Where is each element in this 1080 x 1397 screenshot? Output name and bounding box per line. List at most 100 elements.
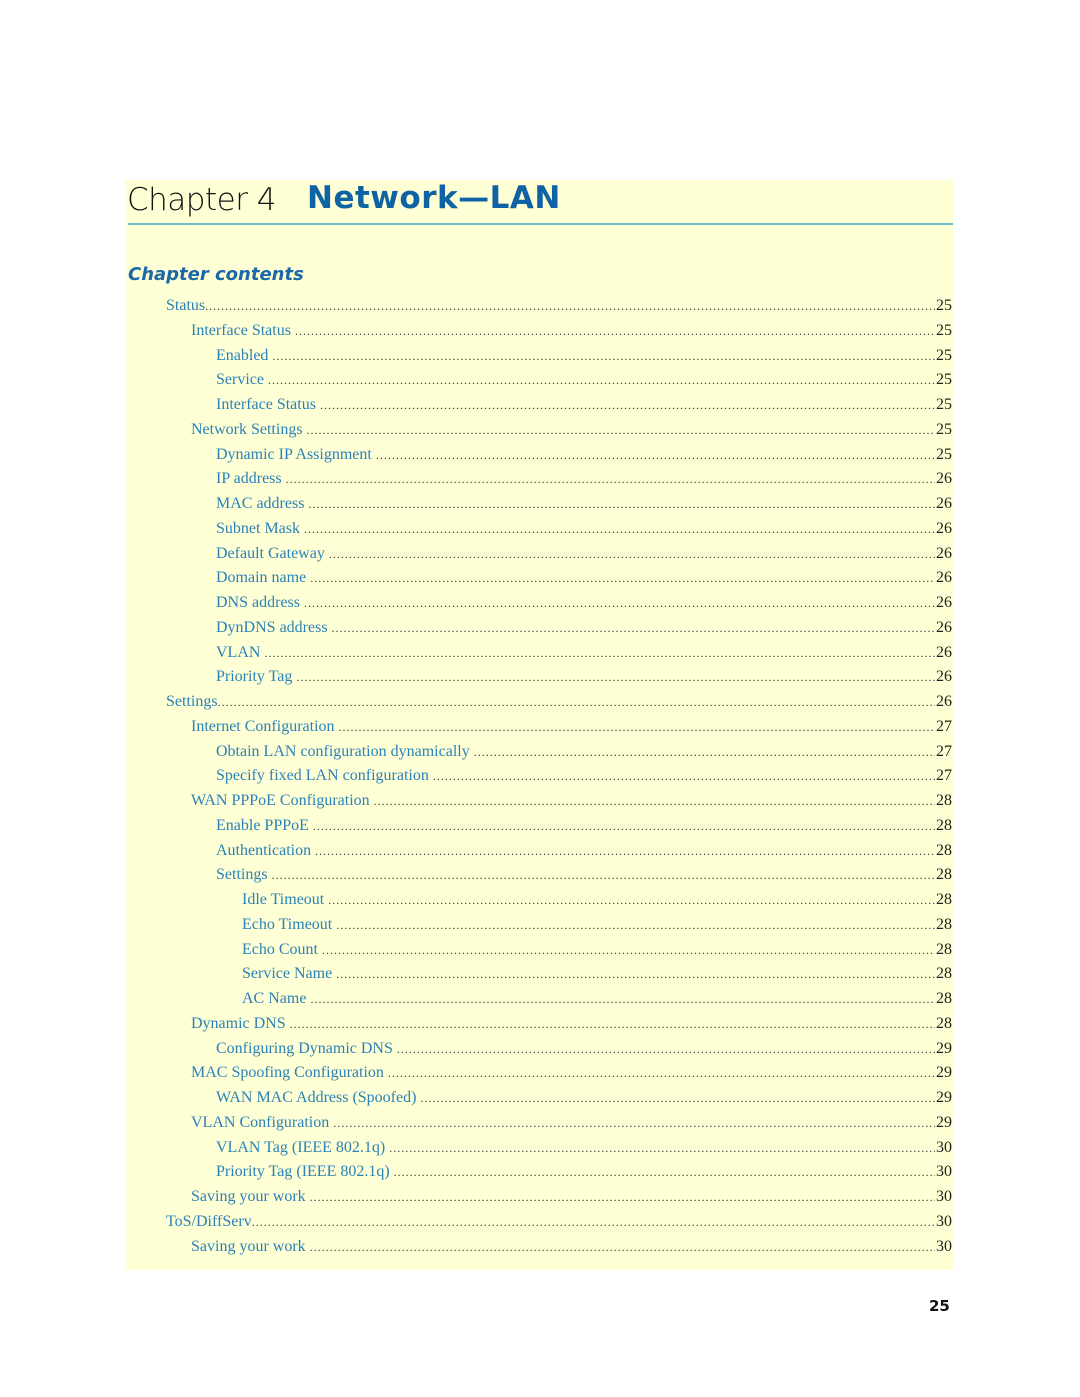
toc-entry[interactable]: Status 25 — [166, 295, 952, 320]
toc-entry-page[interactable]: 26 — [936, 543, 952, 565]
toc-entry-title[interactable]: VLAN Tag (IEEE 802.1q) — [216, 1137, 385, 1159]
toc-entry-title[interactable]: VLAN — [216, 642, 260, 664]
toc-entry-title[interactable]: Interface Status — [216, 394, 316, 416]
toc-entry[interactable]: Network Settings 25 — [166, 419, 952, 444]
toc-entry[interactable]: WAN PPPoE Configuration 28 — [166, 790, 952, 815]
toc-entry[interactable]: Dynamic DNS 28 — [166, 1013, 952, 1038]
toc-entry[interactable]: Configuring Dynamic DNS 29 — [166, 1038, 952, 1063]
toc-entry-page[interactable]: 28 — [936, 1013, 952, 1035]
toc-entry-title[interactable]: Interface Status — [191, 320, 291, 342]
toc-entry-page[interactable]: 26 — [936, 493, 952, 515]
toc-entry[interactable]: Saving your work 30 — [166, 1186, 952, 1211]
toc-entry-page[interactable]: 26 — [936, 617, 952, 639]
toc-entry-title[interactable]: Obtain LAN configuration dynamically — [216, 741, 470, 763]
toc-entry-page[interactable]: 26 — [936, 592, 952, 614]
toc-entry[interactable]: MAC address 26 — [166, 493, 952, 518]
toc-entry-page[interactable]: 26 — [936, 468, 952, 490]
toc-entry[interactable]: Settings 28 — [166, 864, 952, 889]
toc-entry[interactable]: MAC Spoofing Configuration 29 — [166, 1062, 952, 1087]
toc-entry-title[interactable]: Default Gateway — [216, 543, 325, 565]
toc-entry-title[interactable]: Saving your work — [191, 1186, 306, 1208]
toc-entry[interactable]: VLAN 26 — [166, 642, 952, 667]
toc-entry-title[interactable]: VLAN Configuration — [191, 1112, 329, 1134]
toc-entry-page[interactable]: 28 — [936, 864, 952, 886]
toc-entry-page[interactable]: 30 — [936, 1137, 952, 1159]
toc-entry-title[interactable]: Settings — [216, 864, 268, 886]
toc-entry[interactable]: Settings 26 — [166, 691, 952, 716]
toc-entry[interactable]: Idle Timeout 28 — [166, 889, 952, 914]
toc-entry-title[interactable]: Network Settings — [191, 419, 303, 441]
toc-entry-title[interactable]: Enable PPPoE — [216, 815, 309, 837]
toc-entry-title[interactable]: Domain name — [216, 567, 306, 589]
toc-entry-page[interactable]: 27 — [936, 716, 952, 738]
toc-entry-page[interactable]: 28 — [936, 914, 952, 936]
toc-entry-title[interactable]: Authentication — [216, 840, 311, 862]
toc-entry-page[interactable]: 28 — [936, 840, 952, 862]
toc-entry-page[interactable]: 28 — [936, 939, 952, 961]
toc-entry[interactable]: DNS address 26 — [166, 592, 952, 617]
toc-entry-page[interactable]: 30 — [936, 1236, 952, 1258]
toc-entry-title[interactable]: Status — [166, 295, 205, 317]
toc-entry-page[interactable]: 25 — [936, 369, 952, 391]
toc-entry-title[interactable]: Configuring Dynamic DNS — [216, 1038, 393, 1060]
toc-entry-title[interactable]: Echo Count — [242, 939, 318, 961]
toc-entry[interactable]: Specify fixed LAN configuration 27 — [166, 765, 952, 790]
toc-entry-page[interactable]: 29 — [936, 1112, 952, 1134]
toc-entry-page[interactable]: 25 — [936, 320, 952, 342]
toc-entry-page[interactable]: 25 — [936, 345, 952, 367]
toc-entry-title[interactable]: Dynamic IP Assignment — [216, 444, 372, 466]
toc-entry-page[interactable]: 25 — [936, 444, 952, 466]
toc-entry[interactable]: Service Name 28 — [166, 963, 952, 988]
toc-entry[interactable]: VLAN Tag (IEEE 802.1q) 30 — [166, 1137, 952, 1162]
toc-entry-page[interactable]: 29 — [936, 1087, 952, 1109]
toc-entry-title[interactable]: ToS/DiffServ — [166, 1211, 252, 1233]
toc-entry[interactable]: Subnet Mask 26 — [166, 518, 952, 543]
toc-entry[interactable]: Priority Tag (IEEE 802.1q) 30 — [166, 1161, 952, 1186]
toc-entry-page[interactable]: 25 — [936, 419, 952, 441]
toc-entry[interactable]: Interface Status 25 — [166, 320, 952, 345]
toc-entry-title[interactable]: MAC address — [216, 493, 304, 515]
toc-entry-title[interactable]: WAN PPPoE Configuration — [191, 790, 370, 812]
toc-entry-page[interactable]: 26 — [936, 567, 952, 589]
toc-entry-title[interactable]: DynDNS address — [216, 617, 328, 639]
toc-entry-page[interactable]: 30 — [936, 1161, 952, 1183]
toc-entry[interactable]: ToS/DiffServ 30 — [166, 1211, 952, 1236]
toc-entry-title[interactable]: Specify fixed LAN configuration — [216, 765, 429, 787]
toc-entry-title[interactable]: Echo Timeout — [242, 914, 332, 936]
toc-entry-page[interactable]: 26 — [936, 518, 952, 540]
toc-entry-page[interactable]: 26 — [936, 642, 952, 664]
toc-entry-title[interactable]: Service Name — [242, 963, 332, 985]
toc-entry[interactable]: Dynamic IP Assignment 25 — [166, 444, 952, 469]
toc-entry-page[interactable]: 26 — [936, 666, 952, 688]
toc-entry-title[interactable]: Priority Tag — [216, 666, 292, 688]
toc-entry-page[interactable]: 28 — [936, 790, 952, 812]
toc-entry-title[interactable]: WAN MAC Address (Spoofed) — [216, 1087, 416, 1109]
toc-entry-title[interactable]: Subnet Mask — [216, 518, 300, 540]
toc-entry-page[interactable]: 28 — [936, 963, 952, 985]
toc-entry[interactable]: DynDNS address 26 — [166, 617, 952, 642]
toc-entry-page[interactable]: 25 — [936, 394, 952, 416]
toc-entry[interactable]: Echo Count 28 — [166, 939, 952, 964]
toc-entry-page[interactable]: 26 — [936, 691, 952, 713]
toc-entry[interactable]: Interface Status 25 — [166, 394, 952, 419]
toc-entry[interactable]: Enable PPPoE 28 — [166, 815, 952, 840]
toc-entry[interactable]: Obtain LAN configuration dynamically 27 — [166, 741, 952, 766]
toc-entry-page[interactable]: 27 — [936, 765, 952, 787]
toc-entry[interactable]: IP address 26 — [166, 468, 952, 493]
toc-entry-title[interactable]: Enabled — [216, 345, 268, 367]
toc-entry-title[interactable]: IP address — [216, 468, 282, 490]
toc-entry[interactable]: Priority Tag 26 — [166, 666, 952, 691]
toc-entry[interactable]: AC Name 28 — [166, 988, 952, 1013]
toc-entry-page[interactable]: 30 — [936, 1211, 952, 1233]
toc-entry-title[interactable]: Saving your work — [191, 1236, 306, 1258]
toc-entry-page[interactable]: 28 — [936, 889, 952, 911]
toc-entry-page[interactable]: 28 — [936, 815, 952, 837]
toc-entry[interactable]: VLAN Configuration 29 — [166, 1112, 952, 1137]
toc-entry-page[interactable]: 27 — [936, 741, 952, 763]
toc-entry-title[interactable]: Dynamic DNS — [191, 1013, 286, 1035]
toc-entry-title[interactable]: Service — [216, 369, 264, 391]
toc-entry[interactable]: Authentication 28 — [166, 840, 952, 865]
toc-entry-page[interactable]: 30 — [936, 1186, 952, 1208]
toc-entry-title[interactable]: MAC Spoofing Configuration — [191, 1062, 384, 1084]
toc-entry[interactable]: Default Gateway 26 — [166, 543, 952, 568]
